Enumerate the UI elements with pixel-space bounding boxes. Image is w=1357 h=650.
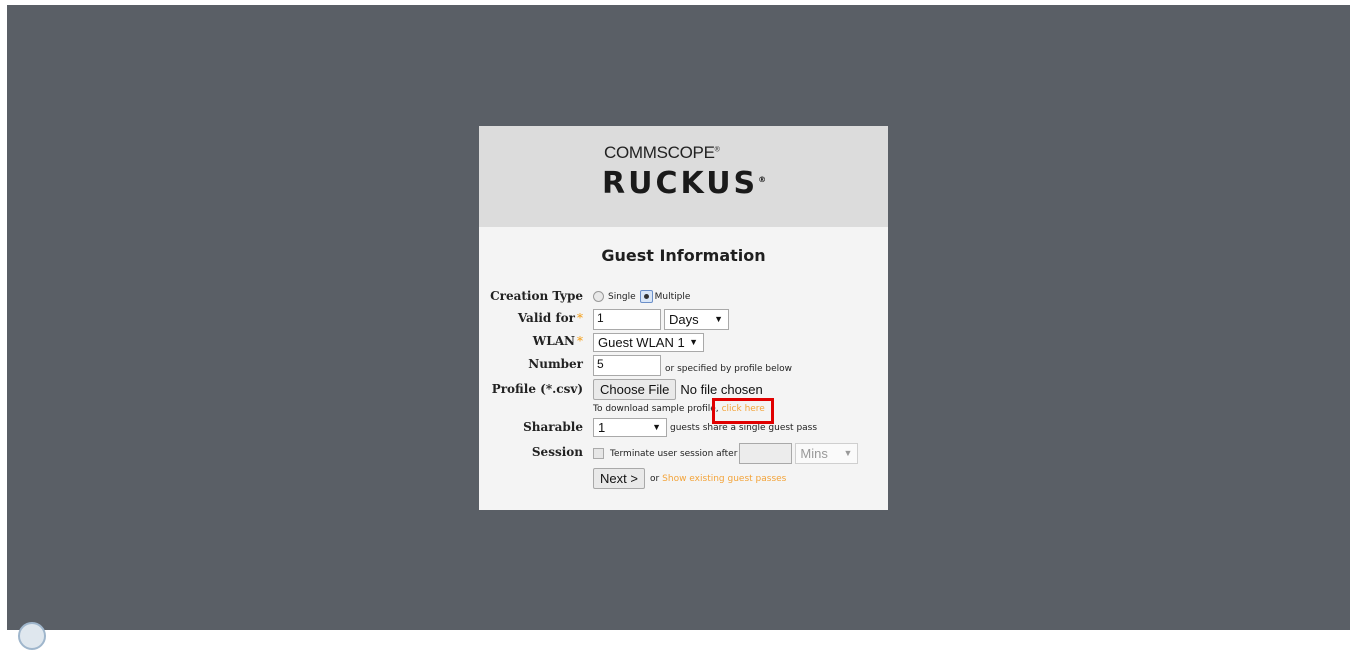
- ruckus-logo: RUCKUS®: [602, 166, 767, 201]
- highlight-box: [712, 398, 774, 424]
- guest-pass-card: COMMSCOPE® RUCKUS® Guest Information Cre…: [479, 126, 888, 510]
- session-label: Session: [531, 445, 583, 459]
- show-existing-passes-link[interactable]: Show existing guest passes: [662, 474, 786, 484]
- valid-for-input[interactable]: 1: [593, 309, 661, 330]
- sharable-row: Sharable 1 ▼ guests share a single guest …: [479, 418, 888, 440]
- wlan-label: WLAN *: [532, 334, 583, 348]
- session-unit-select[interactable]: Mins ▼: [795, 443, 859, 464]
- session-duration-input[interactable]: [739, 443, 793, 464]
- corner-button-icon[interactable]: [18, 622, 46, 650]
- sharable-label: Sharable: [523, 420, 583, 434]
- multiple-radio-label: Multiple: [654, 291, 691, 302]
- single-radio-label: Single: [608, 291, 636, 302]
- profile-label: Profile (*.csv): [491, 382, 583, 396]
- terminate-session-label: Terminate user session after: [610, 448, 738, 459]
- file-status-text: No file chosen: [680, 382, 763, 397]
- wlan-row: WLAN * Guest WLAN 1 ▼: [479, 333, 888, 355]
- form-title: Guest Information: [601, 246, 766, 265]
- single-radio[interactable]: [593, 291, 604, 302]
- number-label: Number: [528, 357, 583, 371]
- download-sample-text: To download sample profile,: [593, 404, 719, 414]
- terminate-session-checkbox[interactable]: [593, 448, 604, 459]
- multiple-radio[interactable]: [639, 290, 653, 303]
- number-row: Number 5 or specified by profile below: [479, 355, 888, 377]
- valid-for-unit-select[interactable]: Days ▼: [664, 309, 729, 330]
- session-row: Session Terminate user session after Min…: [479, 443, 888, 465]
- choose-file-button[interactable]: Choose File: [593, 379, 677, 400]
- or-text: or: [649, 473, 660, 484]
- next-button[interactable]: Next >: [593, 468, 645, 489]
- creation-type-label: Creation Type: [490, 289, 583, 303]
- sharable-select[interactable]: 1 ▼: [593, 418, 667, 437]
- number-hint: or specified by profile below: [665, 363, 793, 374]
- sharable-hint: guests share a single guest pass: [670, 422, 818, 433]
- profile-row: Profile (*.csv) Choose File No file chos…: [479, 379, 888, 401]
- wlan-select[interactable]: Guest WLAN 1 ▼: [593, 333, 704, 352]
- valid-for-row: Valid for * 1 Days ▼: [479, 309, 888, 331]
- creation-type-row: Creation Type Single Multiple: [479, 289, 888, 311]
- actions-row: Next > or Show existing guest passes: [479, 468, 888, 490]
- brand-header: COMMSCOPE® RUCKUS®: [479, 126, 888, 227]
- number-input[interactable]: 5: [593, 355, 661, 376]
- valid-for-label: Valid for *: [517, 311, 583, 325]
- commscope-logo: COMMSCOPE®: [604, 143, 720, 162]
